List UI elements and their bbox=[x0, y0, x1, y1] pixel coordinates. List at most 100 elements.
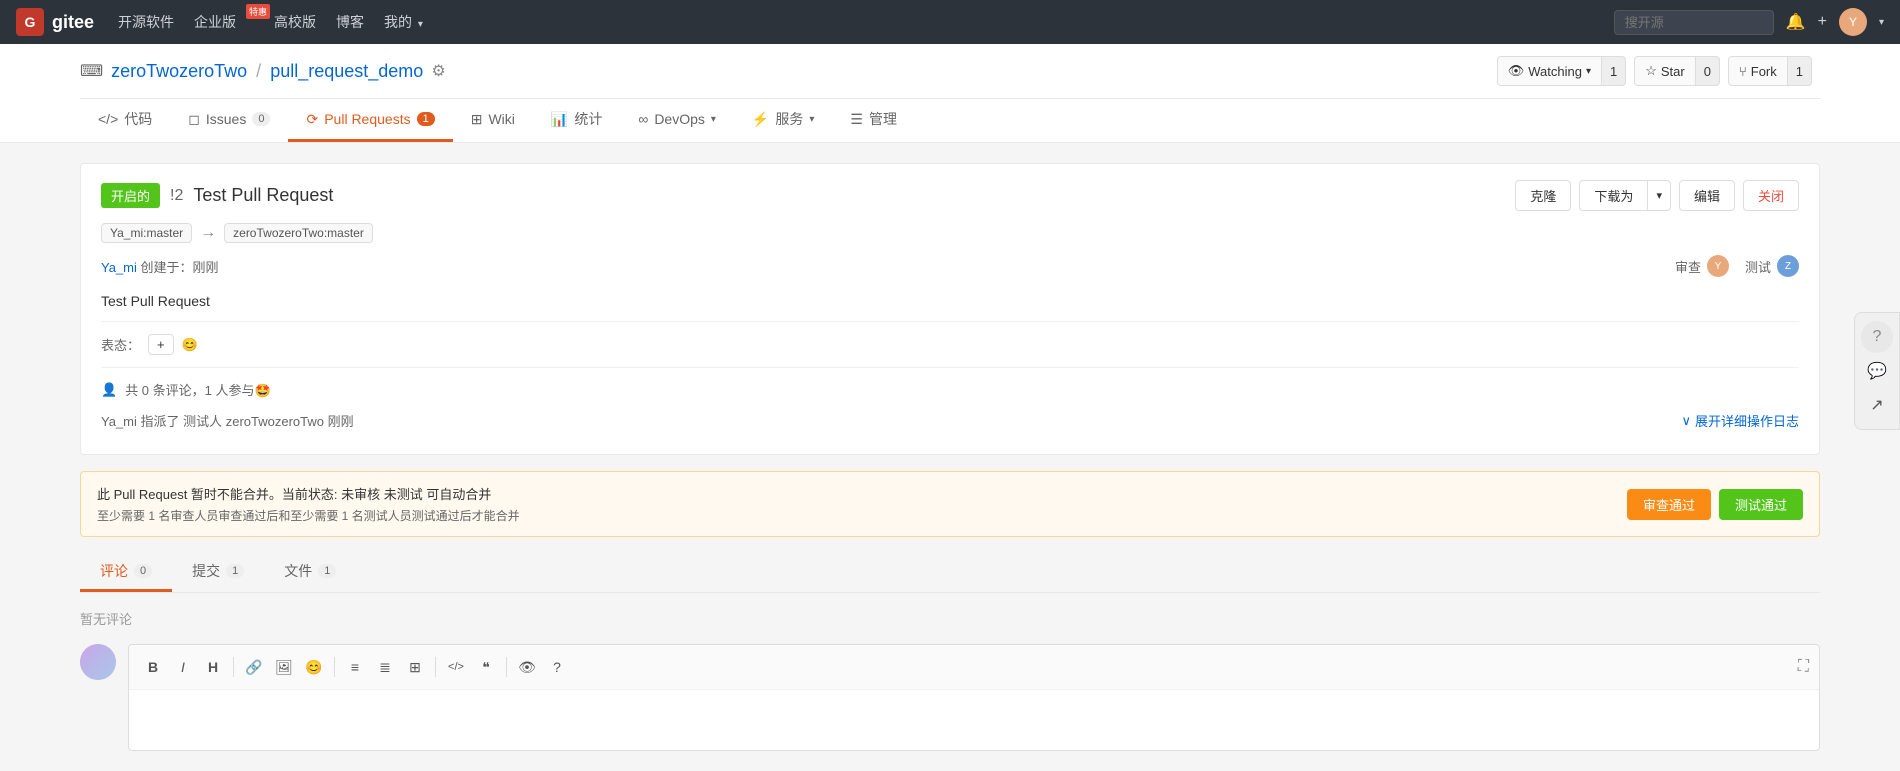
test-pass-button[interactable]: 测试通过 bbox=[1719, 489, 1803, 520]
repo-type-icon: ⌨ bbox=[80, 61, 103, 81]
float-chat-button[interactable]: 💬 bbox=[1861, 355, 1893, 387]
assignee-row: Ya_mi 指派了 测试人 zeroTwozeroTwo 刚刚 ∨ 展开详细操作… bbox=[101, 411, 1799, 430]
enterprise-badge: 特惠 bbox=[246, 4, 270, 19]
issues-icon: ◻ bbox=[188, 111, 200, 128]
toolbar-divider-1 bbox=[233, 657, 234, 677]
pr-sub-tabs: 评论 0 提交 1 文件 1 bbox=[80, 553, 1820, 593]
tab-pull-requests[interactable]: ⟳ Pull Requests 1 bbox=[288, 99, 452, 142]
star-count[interactable]: 0 bbox=[1696, 56, 1720, 86]
fullscreen-button[interactable]: ⛶ bbox=[1798, 658, 1809, 676]
unordered-list-button[interactable]: ≡ bbox=[341, 653, 369, 681]
review-pass-button[interactable]: 审查通过 bbox=[1627, 489, 1711, 520]
bold-button[interactable]: B bbox=[139, 653, 167, 681]
tab-devops[interactable]: ∞ DevOps ▾ bbox=[620, 99, 734, 142]
assignee-text: Ya_mi 指派了 测试人 zeroTwozeroTwo 刚刚 bbox=[101, 411, 354, 430]
notification-bell[interactable]: 🔔 bbox=[1786, 12, 1806, 32]
watching-group: 👁 Watching ▾ 1 bbox=[1497, 56, 1627, 86]
star-icon: ☆ bbox=[1645, 63, 1657, 79]
person-icon: 👤 bbox=[101, 382, 117, 398]
pr-description: Test Pull Request bbox=[101, 293, 1799, 322]
author-link[interactable]: Ya_mi bbox=[101, 260, 137, 275]
nav-edu[interactable]: 高校版 bbox=[274, 12, 316, 32]
repo-header: ⌨ zeroTwozeroTwo / pull_request_demo ⚙ 👁… bbox=[0, 44, 1900, 143]
ordered-list-button[interactable]: ≣ bbox=[371, 653, 399, 681]
toolbar-divider-2 bbox=[334, 657, 335, 677]
tab-manage[interactable]: ☰ 管理 bbox=[832, 99, 915, 142]
floating-sidebar: ? 💬 ↗ bbox=[1854, 312, 1900, 430]
link-button[interactable]: 🔗 bbox=[240, 653, 268, 681]
emoji-button[interactable]: 😊 bbox=[300, 653, 328, 681]
repo-owner-link[interactable]: zeroTwozeroTwo bbox=[111, 61, 247, 81]
table-button[interactable]: ⊞ bbox=[401, 653, 429, 681]
search-input[interactable] bbox=[1614, 10, 1774, 35]
user-avatar[interactable]: Y bbox=[1839, 8, 1867, 36]
comment-textarea[interactable] bbox=[129, 690, 1819, 750]
star-button[interactable]: ☆ Star bbox=[1634, 56, 1696, 86]
float-external-button[interactable]: ↗ bbox=[1861, 389, 1893, 421]
comments-summary: 共 0 条评论，1 人参与🤩 bbox=[125, 380, 270, 399]
nav-mine[interactable]: 我的 ▾ bbox=[384, 12, 423, 32]
plus-button[interactable]: + bbox=[1818, 13, 1827, 31]
repo-title: ⌨ zeroTwozeroTwo / pull_request_demo ⚙ bbox=[80, 61, 446, 82]
sub-tab-commits[interactable]: 提交 1 bbox=[172, 553, 264, 592]
tab-services[interactable]: ⚡ 服务 ▾ bbox=[734, 99, 832, 142]
gitee-logo[interactable]: G bbox=[16, 8, 44, 36]
nav-opensource[interactable]: 开源软件 bbox=[118, 12, 174, 32]
comment-editor-section: B I H 🔗 🖼 😊 ≡ ≣ ⊞ </> ❝ 👁 ? ⛶ bbox=[80, 644, 1820, 751]
editor-user-avatar bbox=[80, 644, 116, 680]
nav-enterprise[interactable]: 企业版 特惠 bbox=[194, 12, 254, 32]
fork-group: ⑂ Fork 1 bbox=[1728, 56, 1812, 86]
download-dropdown-arrow[interactable]: ▾ bbox=[1648, 180, 1671, 211]
image-button[interactable]: 🖼 bbox=[270, 653, 298, 681]
smile-emoji[interactable]: 😊 bbox=[182, 337, 198, 353]
nav-blog[interactable]: 博客 bbox=[336, 12, 364, 32]
comments-row: 👤 共 0 条评论，1 人参与🤩 bbox=[101, 380, 1799, 399]
italic-button[interactable]: I bbox=[169, 653, 197, 681]
watching-button[interactable]: 👁 Watching ▾ bbox=[1497, 56, 1602, 86]
quote-button[interactable]: ❝ bbox=[472, 653, 500, 681]
tab-stats[interactable]: 📊 统计 bbox=[533, 99, 620, 142]
tab-issues[interactable]: ◻ Issues 0 bbox=[170, 99, 288, 142]
tab-code[interactable]: </> 代码 bbox=[80, 99, 170, 142]
download-button[interactable]: 下载为 bbox=[1579, 180, 1648, 211]
logo-letter: G bbox=[25, 14, 36, 30]
sub-tab-comments[interactable]: 评论 0 bbox=[80, 553, 172, 592]
services-dropdown-icon: ▾ bbox=[809, 114, 814, 125]
code-button[interactable]: </> bbox=[442, 653, 470, 681]
help-button[interactable]: ? bbox=[543, 653, 571, 681]
heading-button[interactable]: H bbox=[199, 653, 227, 681]
fork-button[interactable]: ⑂ Fork bbox=[1728, 56, 1788, 86]
reaction-row: 表态： + 😊 bbox=[101, 334, 1799, 368]
expand-log-link[interactable]: ∨ 展开详细操作日志 bbox=[1681, 411, 1799, 430]
top-navigation: G gitee 开源软件 企业版 特惠 高校版 博客 我的 ▾ 🔔 + Y ▾ bbox=[0, 0, 1900, 44]
preview-button[interactable]: 👁 bbox=[513, 653, 541, 681]
pr-number: !2 bbox=[170, 187, 183, 205]
stats-icon: 📊 bbox=[551, 111, 568, 128]
float-help-button[interactable]: ? bbox=[1861, 321, 1893, 353]
watching-count[interactable]: 1 bbox=[1602, 56, 1626, 86]
pr-badge: 1 bbox=[417, 112, 435, 126]
reviewer-avatar[interactable]: Y bbox=[1707, 255, 1729, 277]
comments-left: 👤 共 0 条评论，1 人参与🤩 bbox=[101, 380, 271, 399]
tester-avatar[interactable]: Z bbox=[1777, 255, 1799, 277]
clone-button[interactable]: 克隆 bbox=[1515, 180, 1571, 211]
devops-dropdown-icon: ▾ bbox=[711, 114, 716, 125]
top-nav-right: 🔔 + Y ▾ bbox=[1614, 8, 1884, 36]
tab-wiki[interactable]: ⊞ Wiki bbox=[453, 99, 533, 142]
review-meta: 审查 Y bbox=[1675, 255, 1729, 277]
repo-tabs: </> 代码 ◻ Issues 0 ⟳ Pull Requests 1 ⊞ Wi… bbox=[80, 98, 1820, 142]
edit-button[interactable]: 编辑 bbox=[1679, 180, 1735, 211]
avatar-dropdown-arrow[interactable]: ▾ bbox=[1879, 17, 1884, 28]
fork-count[interactable]: 1 bbox=[1788, 56, 1812, 86]
close-pr-button[interactable]: 关闭 bbox=[1743, 180, 1799, 211]
review-label: 审查 bbox=[1675, 257, 1701, 276]
repo-settings-icon[interactable]: ⚙ bbox=[431, 61, 445, 81]
no-comments-text: 暂无评论 bbox=[80, 609, 1820, 628]
repo-name-link[interactable]: pull_request_demo bbox=[270, 61, 423, 81]
brand-logo-area[interactable]: G gitee bbox=[16, 8, 94, 36]
add-reaction-button[interactable]: + bbox=[148, 334, 174, 355]
sub-tab-files[interactable]: 文件 1 bbox=[264, 553, 356, 592]
pr-icon: ⟳ bbox=[306, 111, 318, 128]
eye-icon: 👁 bbox=[1508, 63, 1525, 79]
comments-tab-badge: 0 bbox=[134, 564, 152, 578]
